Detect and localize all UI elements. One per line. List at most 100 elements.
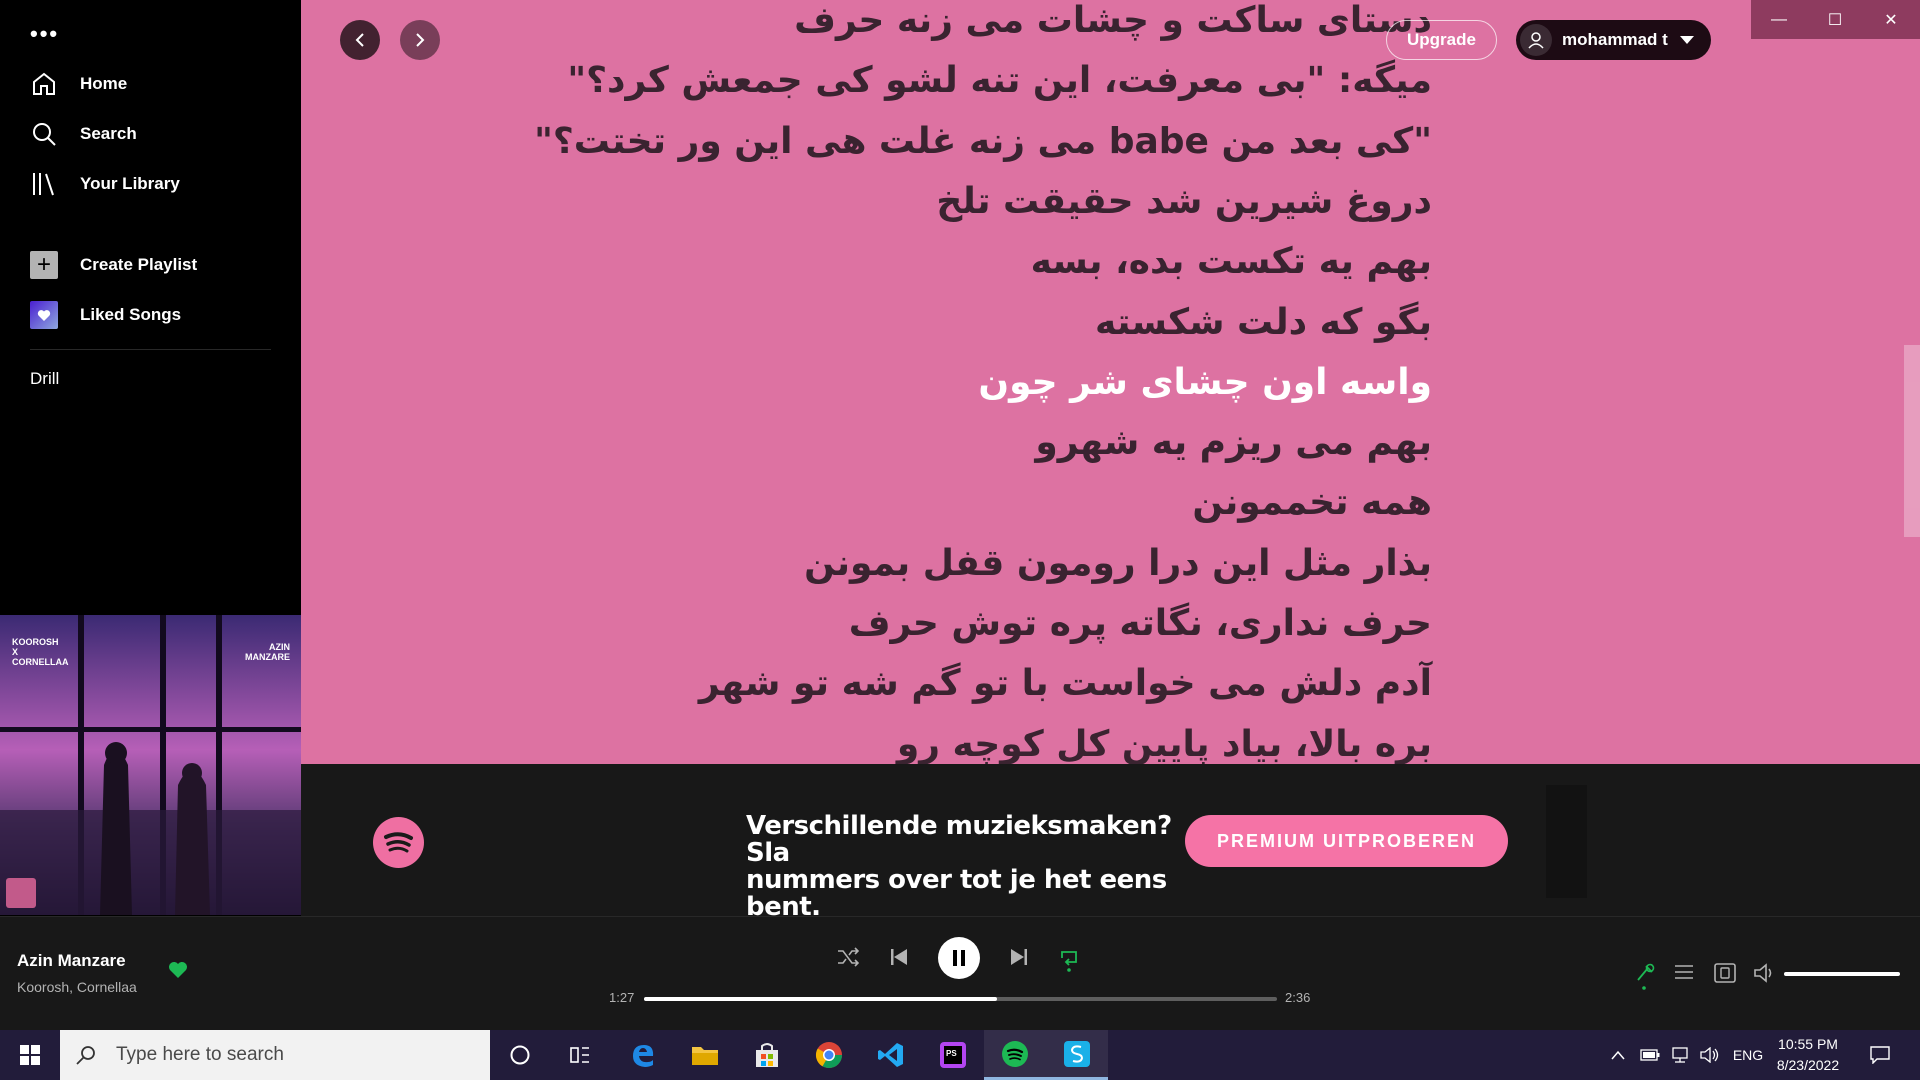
lyric-line[interactable]: میگه: "بی معرفت، این تنه لشو کی جمعش کرد…: [567, 60, 1432, 101]
speaker-icon[interactable]: [1696, 1030, 1724, 1080]
phpstorm-icon[interactable]: PS: [922, 1030, 984, 1080]
plus-icon: +: [30, 251, 58, 279]
caret-down-icon: [1679, 31, 1694, 49]
heart-icon: [30, 301, 58, 329]
pause-button[interactable]: [938, 937, 980, 979]
lyric-line[interactable]: بهم می ریزم یه شهرو: [1035, 422, 1432, 463]
lyric-line[interactable]: حرف نداری، نگاته پره توش حرف: [849, 603, 1432, 644]
user-icon: [1528, 32, 1544, 49]
lyric-line[interactable]: دستای ساکت و چشات می زنه حرف: [794, 0, 1432, 41]
heart-filled-icon: [169, 962, 187, 978]
create-playlist-button[interactable]: + Create Playlist: [30, 245, 197, 285]
connect-device-button[interactable]: [1714, 963, 1736, 983]
volume-slider[interactable]: [1784, 972, 1900, 976]
forward-button[interactable]: [400, 20, 440, 60]
progress-bar[interactable]: [644, 997, 1277, 1001]
create-playlist-label: Create Playlist: [80, 255, 198, 274]
search-icon: [76, 1046, 95, 1065]
lyric-line[interactable]: آدم دلش می خواست با تو گم شه تو شهر: [699, 663, 1432, 704]
home-icon: [30, 70, 58, 98]
battery-icon[interactable]: [1636, 1030, 1664, 1080]
premium-trial-button[interactable]: PREMIUM UITPROBEREN: [1185, 815, 1508, 867]
previous-button[interactable]: [890, 948, 908, 966]
clock-time: 10:55 PM: [1778, 1036, 1838, 1052]
lyric-line-active[interactable]: واسه اون چشای شر چون: [978, 362, 1432, 403]
sidebar-playlist-item[interactable]: Drill: [30, 369, 59, 389]
network-icon[interactable]: [1666, 1030, 1694, 1080]
lyrics-scrollbar[interactable]: [1904, 345, 1920, 537]
lyric-line[interactable]: بره بالا، بیاد پایین کل کوچه رو: [897, 724, 1432, 764]
search-placeholder: Type here to search: [116, 1044, 284, 1065]
start-button[interactable]: [0, 1030, 60, 1080]
chevron-right-icon: [416, 33, 425, 47]
vscode-icon[interactable]: [860, 1030, 922, 1080]
shuffle-icon: [838, 947, 859, 967]
menu-dots-button[interactable]: •••: [30, 23, 59, 45]
sidebar-item-home[interactable]: Home: [30, 64, 127, 104]
close-button[interactable]: ✕: [1863, 0, 1919, 39]
avatar: [1520, 24, 1552, 56]
ad-text-line: Verschillende muzieksmaken? Sla: [746, 811, 1172, 868]
clock[interactable]: 10:55 PM 8/23/2022: [1770, 1034, 1846, 1076]
svg-text:PS: PS: [946, 1049, 957, 1058]
queue-button[interactable]: [1674, 964, 1694, 982]
minimize-button[interactable]: —: [1751, 0, 1807, 39]
notifications-button[interactable]: [1862, 1030, 1898, 1080]
library-icon: [30, 170, 58, 198]
lyric-line[interactable]: همه تخممونن: [1192, 482, 1432, 523]
store-icon[interactable]: [736, 1030, 798, 1080]
cortana-icon[interactable]: [489, 1030, 551, 1080]
sidebar-item-label: Home: [80, 74, 128, 93]
elapsed-time: 1:27: [609, 990, 635, 1005]
app-icon[interactable]: [1046, 1030, 1108, 1080]
task-view-icon[interactable]: [549, 1030, 611, 1080]
windows-logo-icon: [20, 1045, 40, 1065]
lyric-line[interactable]: دروغ شیرین شد حقیقت تلخ: [936, 181, 1432, 222]
sidebar-divider: [30, 349, 271, 350]
lyric-line[interactable]: "کی بعد من babe می زنه غلت هی این ور تخت…: [534, 121, 1432, 162]
ad-text: Verschillende muzieksmaken? Sla nummers …: [746, 813, 1176, 921]
lyric-line[interactable]: بهم یه تکست بده، بسه: [1031, 241, 1432, 282]
next-button[interactable]: [1010, 948, 1028, 966]
skip-forward-icon: [1011, 949, 1027, 965]
lyric-line[interactable]: بذار مثل این درا رومون قفل بمونن: [804, 543, 1432, 584]
lyrics-view: دستای ساکت و چشات می زنه حرف میگه: "بی مع…: [301, 0, 1920, 764]
progress-fill: [644, 997, 997, 1001]
chevron-left-icon: [355, 33, 364, 47]
svg-text:KOOROSH: KOOROSH: [12, 637, 59, 647]
ad-side-panel: [1546, 785, 1587, 898]
clock-date: 8/23/2022: [1776, 1057, 1840, 1073]
window-controls: — ☐ ✕: [1751, 0, 1920, 39]
sidebar-item-library[interactable]: Your Library: [30, 164, 180, 204]
svg-text:AZIN: AZIN: [269, 642, 290, 652]
upgrade-button[interactable]: Upgrade: [1386, 20, 1497, 60]
user-menu-button[interactable]: mohammad t: [1516, 20, 1711, 60]
maximize-button[interactable]: ☐: [1807, 0, 1863, 39]
back-button[interactable]: [340, 20, 380, 60]
chrome-icon[interactable]: [798, 1030, 860, 1080]
album-art[interactable]: KOOROSH X CORNELLAA AZIN MANZARE: [0, 615, 301, 915]
file-explorer-icon[interactable]: [674, 1030, 736, 1080]
liked-songs-button[interactable]: Liked Songs: [30, 295, 181, 335]
spotify-icon[interactable]: [984, 1030, 1046, 1080]
lyrics-button[interactable]: [1634, 962, 1656, 990]
track-title[interactable]: Azin Manzare: [17, 951, 126, 971]
mute-button[interactable]: [1754, 963, 1776, 983]
tray-overflow-button[interactable]: [1606, 1030, 1630, 1080]
shuffle-button[interactable]: [837, 947, 859, 967]
spotify-logo-icon: [373, 817, 424, 868]
ad-text-line: nummers over tot je het eens bent.: [746, 865, 1167, 922]
sidebar-item-label: Search: [80, 124, 137, 143]
lyric-line[interactable]: بگو که دلت شکسته: [1095, 302, 1432, 343]
sidebar-item-search[interactable]: Search: [30, 114, 137, 154]
like-button[interactable]: [168, 961, 188, 984]
svg-text:X: X: [12, 647, 18, 657]
track-artists[interactable]: Koorosh, Cornellaa: [17, 979, 137, 995]
microphone-icon: [1637, 963, 1655, 990]
language-indicator[interactable]: ENG: [1728, 1030, 1768, 1080]
repeat-button[interactable]: [1058, 946, 1080, 972]
edge-icon[interactable]: [612, 1030, 674, 1080]
skip-back-icon: [891, 949, 907, 965]
svg-text:MANZARE: MANZARE: [245, 652, 290, 662]
taskbar-search-box[interactable]: Type here to search: [60, 1030, 490, 1080]
